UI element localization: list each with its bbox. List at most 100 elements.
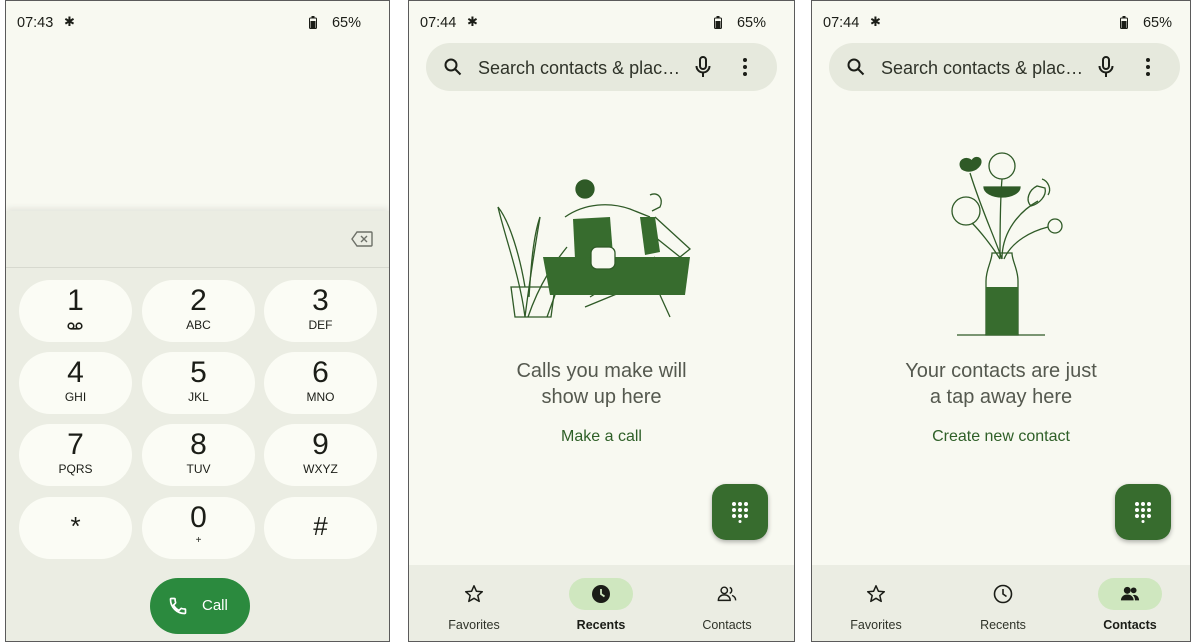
search-input[interactable]: Search contacts & plac… (478, 58, 680, 79)
search-bar[interactable]: Search contacts & plac… (426, 43, 777, 91)
nav-recents[interactable]: Recents (953, 565, 1053, 641)
call-button[interactable]: Call (150, 578, 250, 634)
battery-icon (714, 16, 722, 29)
key-digit: 5 (190, 356, 207, 389)
key-letters: ABC (186, 318, 211, 332)
people-icon (717, 586, 737, 602)
call-label: Call (202, 597, 228, 614)
sofa-illustration (497, 179, 691, 318)
key-digit: 6 (312, 356, 329, 389)
key-digit: 3 (312, 284, 329, 317)
dial-key-8[interactable]: 8 TUV (142, 424, 255, 486)
dial-key-4[interactable]: 4 GHI (19, 352, 132, 414)
settings-gear-icon: ✱ (870, 14, 881, 29)
create-contact-link[interactable]: Create new contact (812, 428, 1190, 446)
dial-key-0[interactable]: 0 + (142, 497, 255, 559)
status-time: 07:44 (420, 15, 457, 31)
key-digit: 0 (190, 501, 207, 534)
dial-key-5[interactable]: 5 JKL (142, 352, 255, 414)
status-bar: 07:43 ✱ 65% (6, 1, 389, 35)
nav-label: Favorites (850, 618, 902, 632)
battery-level: 65% (736, 15, 766, 31)
bottom-nav: Favorites Recents Contacts (409, 565, 794, 641)
search-icon (847, 58, 865, 76)
nav-label: Contacts (702, 618, 752, 632)
dialpad-icon (732, 502, 748, 523)
dial-key-1[interactable]: 1 (19, 280, 132, 342)
star-icon (464, 585, 484, 603)
make-call-link[interactable]: Make a call (409, 428, 794, 446)
empty-state-title-line1: Your contacts are just (905, 360, 1097, 382)
status-bar: 07:44 ✱ 65% (812, 1, 1190, 35)
more-vert-icon[interactable] (1145, 57, 1151, 77)
key-digit: 2 (190, 284, 207, 317)
bottom-nav: Favorites Recents Contacts (812, 565, 1190, 641)
more-vert-icon[interactable] (742, 57, 748, 77)
dial-key-star[interactable]: * (19, 497, 132, 559)
clock-icon (993, 584, 1013, 604)
dialpad-icon (1135, 502, 1151, 523)
dial-key-hash[interactable]: # (264, 497, 377, 559)
battery-icon (309, 16, 317, 29)
key-letters: MNO (306, 390, 335, 404)
key-letters: GHI (64, 390, 87, 404)
dial-key-3[interactable]: 3 DEF (264, 280, 377, 342)
nav-label: Recents (980, 618, 1026, 632)
key-letters: TUV (186, 462, 211, 476)
people-icon (1120, 586, 1140, 601)
settings-gear-icon: ✱ (64, 14, 75, 29)
nav-favorites[interactable]: Favorites (424, 565, 524, 641)
nav-recents[interactable]: Recents (551, 565, 651, 641)
key-letters: PQRS (58, 462, 93, 476)
nav-contacts[interactable]: Contacts (1080, 565, 1180, 641)
recents-screen: 07:44 ✱ 65% Search contacts & plac… Call… (408, 0, 795, 642)
dial-key-7[interactable]: 7 PQRS (19, 424, 132, 486)
status-time: 07:44 (823, 15, 860, 31)
phone-icon (169, 597, 187, 615)
empty-state-title-line2: show up here (541, 386, 662, 408)
search-input[interactable]: Search contacts & plac… (881, 58, 1083, 79)
key-digit: 4 (67, 356, 84, 389)
nav-label: Favorites (448, 618, 500, 632)
key-letters: WXYZ (303, 462, 338, 476)
mic-icon[interactable] (694, 56, 712, 78)
key-letters: JKL (188, 390, 209, 404)
vase-illustration (951, 152, 1063, 336)
empty-state-title-line2: a tap away here (929, 386, 1073, 408)
key-digit: * (70, 511, 81, 541)
dialpad-fab[interactable] (1115, 484, 1171, 540)
dialer-screen: 07:43 ✱ 65% 1 2 ABC 3 DEF 4 GHI 5 JKL 6 … (5, 0, 390, 642)
dialpad-panel: 1 2 ABC 3 DEF 4 GHI 5 JKL 6 MNO 7 PQRS 8… (6, 211, 389, 641)
backspace-icon[interactable] (351, 231, 373, 247)
status-bar: 07:44 ✱ 65% (409, 1, 794, 35)
battery-icon (1120, 16, 1128, 29)
nav-label: Contacts (1103, 618, 1157, 632)
voicemail-icon (67, 322, 83, 330)
search-icon (444, 58, 462, 76)
search-bar[interactable]: Search contacts & plac… (829, 43, 1180, 91)
empty-state-title-line1: Calls you make will (516, 360, 687, 382)
key-digit: # (313, 511, 328, 541)
dial-key-9[interactable]: 9 WXYZ (264, 424, 377, 486)
key-digit: 8 (190, 428, 207, 461)
contacts-screen: 07:44 ✱ 65% Search contacts & plac… Your… (811, 0, 1191, 642)
battery-level: 65% (331, 15, 361, 31)
key-digit: 7 (67, 428, 84, 461)
status-time: 07:43 (17, 15, 54, 31)
digits-field[interactable] (6, 211, 389, 268)
key-digit: 1 (67, 284, 84, 317)
star-icon (866, 585, 886, 603)
dial-key-2[interactable]: 2 ABC (142, 280, 255, 342)
nav-contacts[interactable]: Contacts (677, 565, 777, 641)
nav-favorites[interactable]: Favorites (826, 565, 926, 641)
nav-label: Recents (576, 618, 626, 632)
key-letters: + (195, 535, 202, 546)
dialpad-fab[interactable] (712, 484, 768, 540)
settings-gear-icon: ✱ (467, 14, 478, 29)
battery-level: 65% (1142, 15, 1172, 31)
dial-key-6[interactable]: 6 MNO (264, 352, 377, 414)
key-digit: 9 (312, 428, 329, 461)
key-letters: DEF (308, 318, 333, 332)
mic-icon[interactable] (1097, 56, 1115, 78)
clock-icon (592, 585, 610, 603)
